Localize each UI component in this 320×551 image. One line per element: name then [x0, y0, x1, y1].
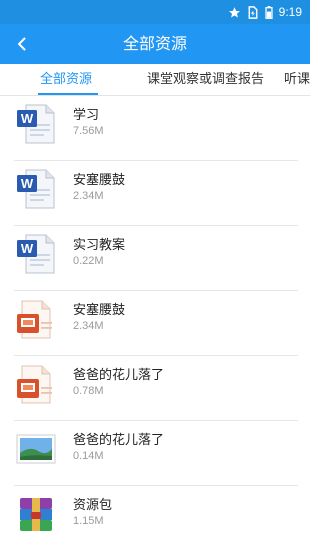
- status-time: 9:19: [278, 5, 302, 19]
- back-button[interactable]: [10, 32, 34, 56]
- word-file-icon: W: [14, 167, 58, 211]
- battery-icon: [265, 5, 273, 19]
- list-item[interactable]: W 学习 7.56M: [0, 96, 310, 161]
- image-file-icon: [14, 427, 58, 471]
- file-size: 1.15M: [73, 515, 104, 527]
- svg-text:W: W: [21, 111, 34, 126]
- file-name: 爸爸的花儿落了: [73, 368, 165, 383]
- svg-text:W: W: [21, 241, 34, 256]
- list-item[interactable]: 爸爸的花儿落了 0.14M: [0, 421, 310, 486]
- sim-icon: [247, 5, 259, 19]
- tab-lecture[interactable]: 听课: [284, 64, 310, 95]
- file-size: 2.34M: [73, 190, 104, 202]
- file-size: 0.78M: [73, 385, 104, 397]
- svg-text:W: W: [21, 176, 34, 191]
- file-name: 安塞腰鼓: [73, 173, 126, 188]
- word-file-icon: W: [14, 102, 58, 146]
- file-size: 0.22M: [73, 255, 104, 267]
- page-title: 全部资源: [122, 34, 187, 53]
- ppt-file-icon: [14, 362, 58, 406]
- file-size: 2.34M: [73, 320, 104, 332]
- status-icons: 9:19: [228, 4, 302, 20]
- file-name: 爸爸的花儿落了: [73, 433, 165, 448]
- ppt-file-icon: [14, 297, 58, 341]
- list-item[interactable]: W 实习教案 0.22M: [0, 226, 310, 291]
- file-list: W 学习 7.56M W 安塞腰鼓 2.34M W 实习教案 0.22M 安塞腰…: [0, 96, 310, 551]
- file-size: 0.14M: [73, 450, 104, 462]
- tab-bar: 全部资源 课堂观察或调查报告 听课: [0, 64, 310, 96]
- archive-file-icon: [14, 492, 58, 536]
- tab-all-resources[interactable]: 全部资源: [40, 64, 92, 95]
- tab-class-observation[interactable]: 课堂观察或调查报告: [147, 64, 264, 95]
- file-name: 学习: [73, 108, 100, 123]
- back-arrow-icon: [18, 37, 26, 51]
- file-size: 7.56M: [73, 125, 104, 137]
- app-bar: 全部资源: [0, 24, 310, 64]
- file-name: 安塞腰鼓: [73, 303, 126, 318]
- file-name: 实习教案: [73, 238, 126, 253]
- status-bar: 9:19: [0, 0, 310, 24]
- star-icon: [228, 6, 241, 19]
- word-file-icon: W: [14, 232, 58, 276]
- list-item[interactable]: 爸爸的花儿落了 0.78M: [0, 356, 310, 421]
- list-item[interactable]: 资源包 1.15M: [0, 486, 310, 551]
- file-name: 资源包: [73, 498, 113, 513]
- list-item[interactable]: W 安塞腰鼓 2.34M: [0, 161, 310, 226]
- list-item[interactable]: 安塞腰鼓 2.34M: [0, 291, 310, 356]
